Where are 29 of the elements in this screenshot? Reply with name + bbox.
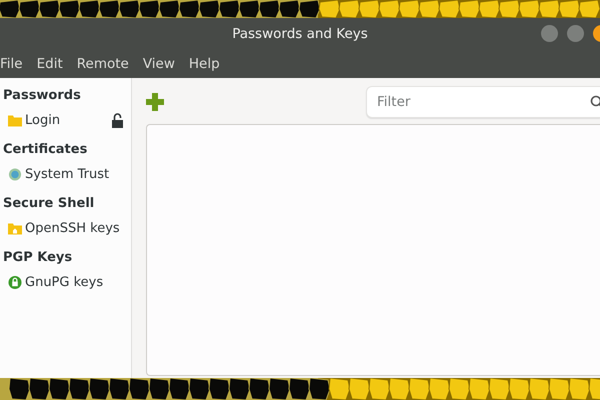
menu-item[interactable]: View — [136, 56, 182, 72]
sidebar-item[interactable]: GnuPG keys — [0, 269, 131, 296]
section-header: PGP Keys — [2, 249, 74, 267]
menu-item[interactable]: Remote — [70, 56, 136, 72]
home-folder-icon — [8, 222, 22, 235]
window-title: Passwords and Keys — [232, 26, 368, 42]
search-icon — [590, 95, 600, 109]
folder-icon — [8, 114, 22, 127]
section-header: Passwords — [2, 87, 82, 105]
item-label: Login — [25, 113, 60, 128]
open-padlock-icon[interactable] — [111, 113, 124, 128]
menu-item[interactable]: Edit — [30, 56, 70, 72]
filter-box[interactable]: Filter — [366, 86, 600, 118]
section-header: Certificates — [2, 141, 88, 159]
lock-badge-icon — [8, 276, 22, 289]
filter-field[interactable]: Filter — [375, 93, 590, 111]
item-label: GnuPG keys — [25, 275, 104, 290]
certificate-icon — [8, 168, 22, 181]
sidebar-item[interactable]: OpenSSH keys — [0, 215, 131, 242]
maximize-button[interactable] — [567, 25, 584, 42]
item-label: OpenSSH keys — [25, 221, 120, 236]
sidebar-item[interactable]: System Trust — [0, 161, 131, 188]
section-header: Secure Shell — [2, 195, 96, 213]
sidebar-item[interactable]: Login — [0, 107, 131, 134]
menu-item[interactable]: File — [0, 56, 30, 72]
menu-item[interactable]: Help — [182, 56, 227, 72]
add-icon[interactable] — [146, 93, 164, 111]
minimize-button[interactable] — [541, 25, 558, 42]
item-label: System Trust — [25, 167, 110, 182]
